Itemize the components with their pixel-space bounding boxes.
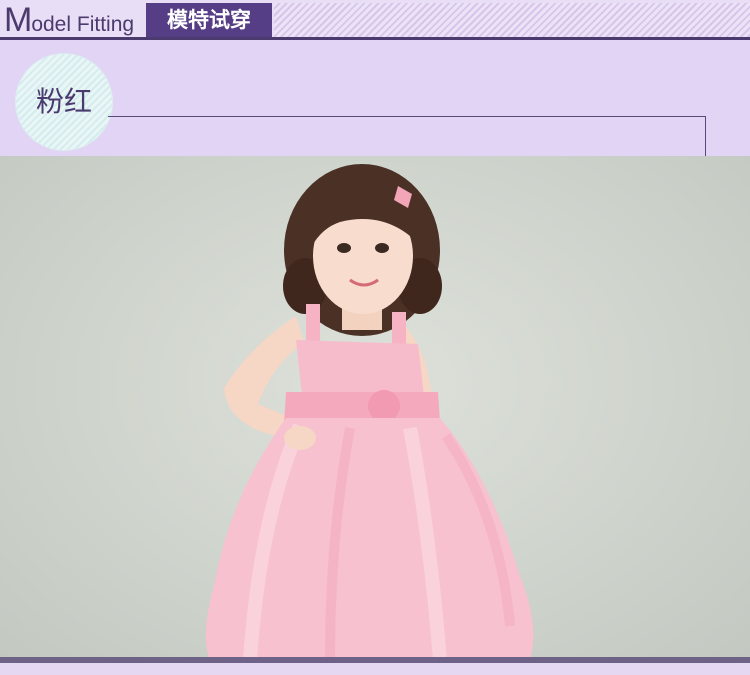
header-bar: Model Fitting 模特试穿: [0, 0, 750, 40]
header-tag: 模特试穿: [146, 3, 272, 37]
dress-rosette: [368, 390, 400, 422]
section-band: [0, 40, 750, 156]
color-label: 粉红: [35, 85, 92, 118]
header-title-initial: M: [4, 1, 32, 39]
model-photo: [0, 156, 750, 660]
dress-bodice: [296, 340, 424, 396]
bottom-margin: [0, 663, 750, 675]
model-illustration: [205, 164, 534, 660]
header-title-rest: odel Fitting: [31, 13, 135, 36]
divider-line-end: [705, 116, 706, 156]
header-stripes: [274, 3, 750, 37]
header-title: Model Fitting: [4, 2, 134, 38]
divider-line: [108, 116, 706, 117]
